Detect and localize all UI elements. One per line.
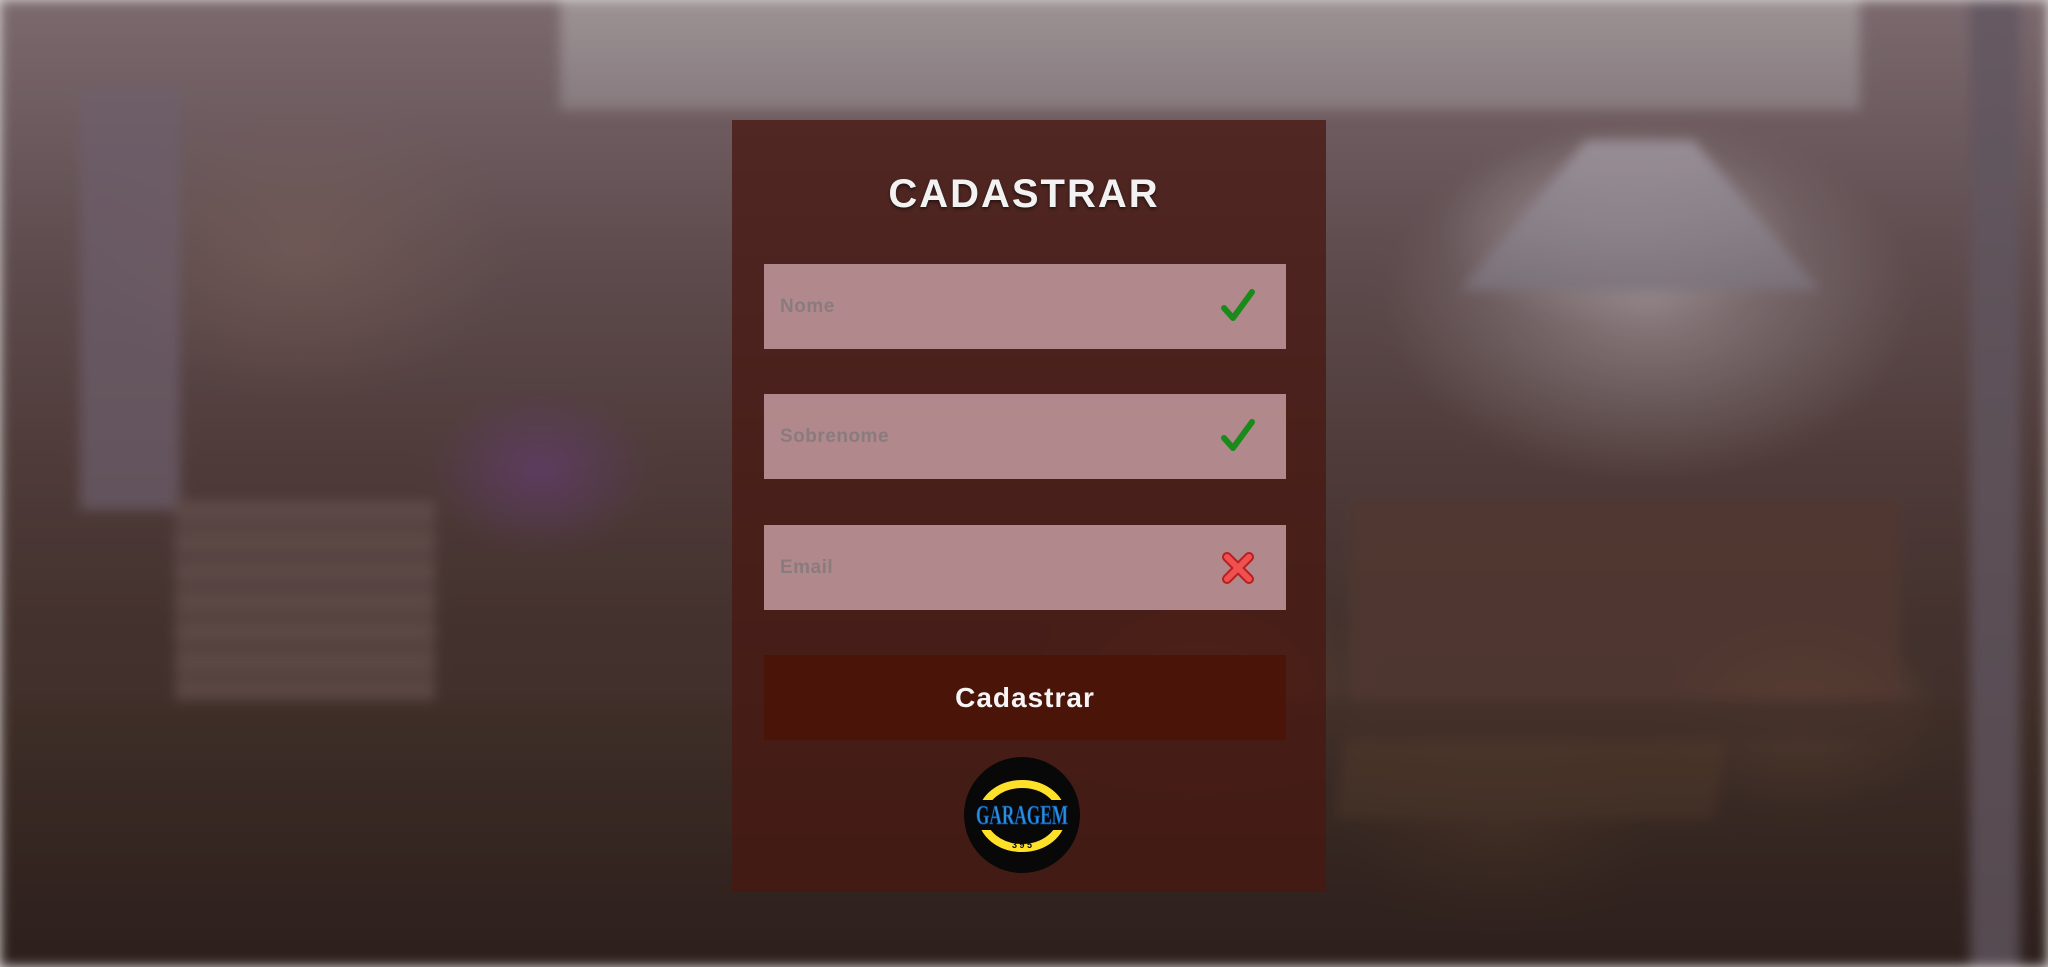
logo-text: GARAGEM (976, 800, 1068, 830)
check-icon (1218, 417, 1258, 457)
form-title: CADASTRAR (888, 172, 1160, 216)
nome-field (764, 264, 1286, 349)
sobrenome-input[interactable] (764, 394, 1286, 479)
check-icon (1218, 287, 1258, 327)
cadastrar-button[interactable]: Cadastrar (764, 655, 1286, 740)
nome-input[interactable] (764, 264, 1286, 349)
email-input[interactable] (764, 525, 1286, 610)
sobrenome-field (764, 394, 1286, 479)
email-field (764, 525, 1286, 610)
page: CADASTRAR Cadastrar (0, 0, 2048, 967)
logo-subtext: 3 9 5 (1012, 840, 1032, 850)
garagem-logo: GARAGEM 3 9 5 (963, 756, 1081, 874)
x-icon (1218, 548, 1258, 588)
